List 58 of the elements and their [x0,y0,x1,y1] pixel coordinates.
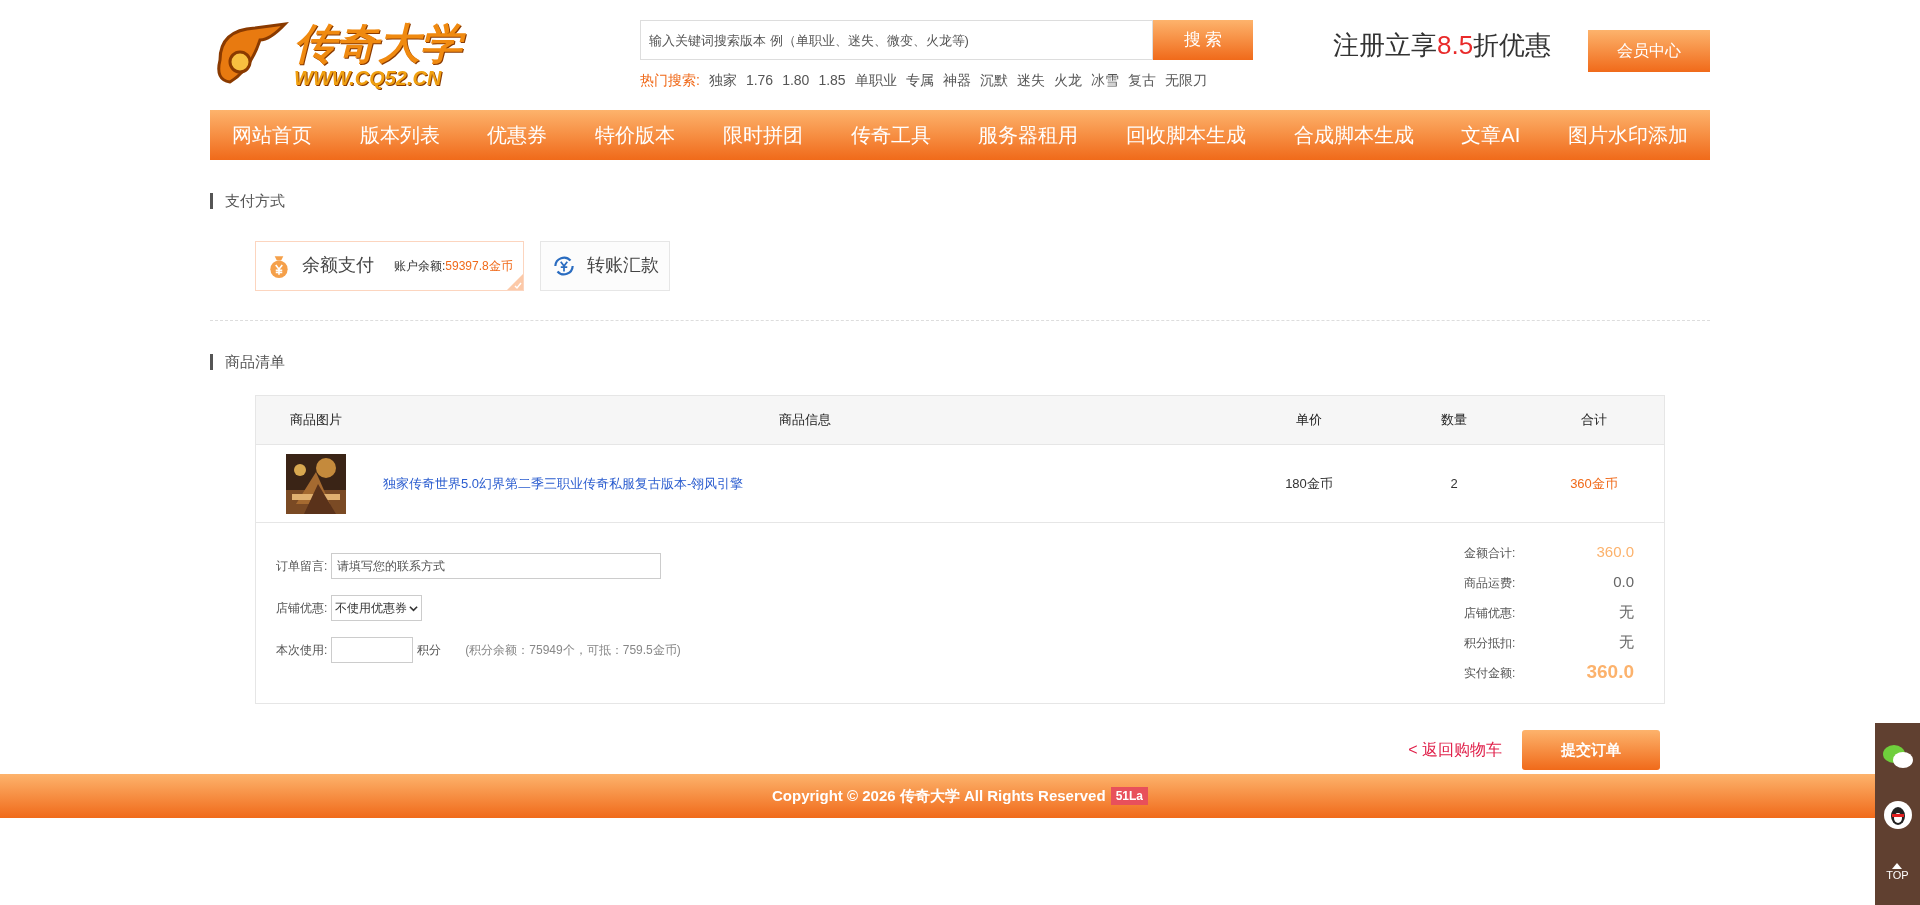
form-label: 订单留言: [276,558,328,575]
back-to-cart-link[interactable]: < 返回购物车 [1408,738,1502,762]
summary-value: 无 [1619,632,1634,653]
check-corner-icon [506,273,523,290]
column-header: 合计 [1581,411,1607,430]
table-cell-text: 360金币 [1570,474,1618,493]
chevron-down-icon [409,603,419,613]
hot-search-link[interactable]: 独家 [708,70,737,91]
logo-url: WWW.CQ52.CN [294,67,443,89]
summary-label: 店铺优惠: [1464,604,1516,622]
summary-label: 商品运费: [1464,574,1516,592]
points-field[interactable] [331,637,414,663]
column-header: 数量 [1441,411,1467,430]
summary-value: 无 [1619,602,1634,623]
caret-up-icon [1892,863,1903,869]
hot-search-link[interactable]: 1.76 [745,70,774,91]
hot-search-link[interactable]: 单职业 [854,70,897,91]
summary-value: 0.0 [1613,572,1634,593]
form-label: 本次使用: [276,642,328,659]
summary-value: 360.0 [1586,660,1634,685]
payment-option[interactable]: 转账汇款 [539,240,670,291]
product-link[interactable]: 独家传奇世界5.0幻界第二季三职业传奇私服复古版本-翎风引擎 [383,475,744,491]
points-hint: (积分余额：75949个，可抵：759.5金币) [465,642,681,659]
points-unit: 积分 [417,642,442,659]
section-title: 支付方式 [225,191,285,211]
hot-search-link[interactable]: 神器 [942,70,971,91]
hot-search-link[interactable]: 迷失 [1016,70,1045,91]
summary-label: 实付金额: [1464,664,1516,682]
balance-text: 账户余额:59397.8金币 [394,257,513,275]
hot-search-link[interactable]: 1.85 [818,70,846,91]
summary-label: 金额合计: [1464,544,1516,562]
summary-value: 360.0 [1596,542,1634,563]
search-field[interactable]: 输入关键词搜索版本 例（单职业、迷失、微变、火龙等) [640,20,1153,60]
hot-search-link[interactable]: 复古 [1127,70,1156,91]
hot-search-link[interactable]: 1.80 [782,70,810,91]
promo-text: 注册立享8.5折优惠 [1333,29,1552,62]
coupon-select[interactable]: 不使用优惠券 [331,595,423,621]
column-header: 单价 [1296,411,1322,430]
bird-icon[interactable] [1883,801,1912,829]
note-field[interactable]: 请填写您的联系方式 [331,553,662,579]
column-header: 商品图片 [290,411,342,430]
column-header: 商品信息 [779,411,831,430]
payment-option[interactable]: 余额支付 账户余额:59397.8金币 [255,240,524,291]
back-to-top-button[interactable]: TOP [1886,863,1909,881]
table-cell-text: 180金币 [1285,474,1333,493]
hot-search-link[interactable]: 冰雪 [1090,70,1119,91]
copyright-text: Copyright © 2026 传奇大学 All Rights Reserved [772,785,1106,806]
hot-search-link[interactable]: 火龙 [1053,70,1082,91]
stats-badge: 51La [1110,787,1148,805]
hot-search-link[interactable]: 无限刀 [1164,70,1207,91]
hot-search-link[interactable]: 专属 [905,70,934,91]
form-label: 店铺优惠: [276,600,328,617]
section-title: 商品清单 [225,351,285,372]
hot-search-label: 热门搜索: [640,71,700,90]
chat-bubbles-icon[interactable] [1881,743,1914,771]
table-cell-text: 2 [1450,474,1458,493]
summary-label: 积分抵扣: [1464,634,1516,652]
hot-search-link[interactable]: 沉默 [979,70,1008,91]
